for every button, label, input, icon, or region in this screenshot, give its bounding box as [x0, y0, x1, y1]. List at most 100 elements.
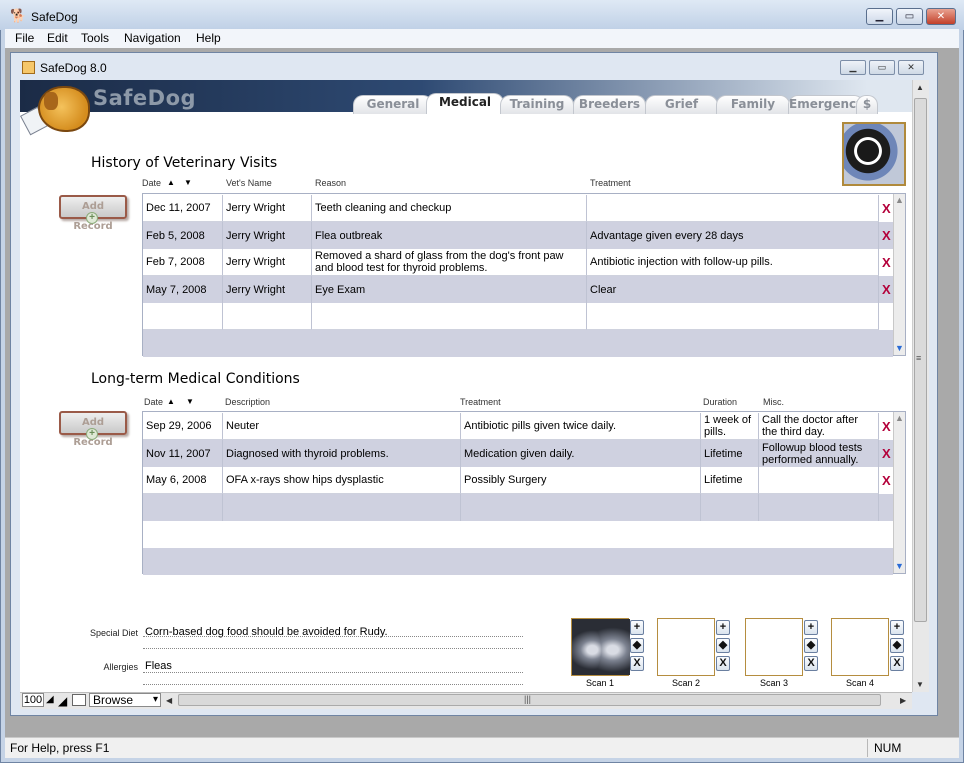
scroll-down-icon[interactable]: ▼ [916, 680, 924, 689]
sort-ascending-icon[interactable]: ▲ [167, 397, 175, 406]
scroll-down-icon[interactable]: ▼ [895, 343, 904, 353]
visit-reason[interactable]: Removed a shard of glass from the dog's … [312, 249, 587, 276]
table-row[interactable]: Feb 5, 2008 Jerry Wright Flea outbreak A… [143, 222, 893, 249]
scan-4-image[interactable] [831, 618, 889, 676]
delete-icon[interactable]: X [882, 446, 891, 461]
delete-icon[interactable]: X [882, 255, 891, 270]
condition-date[interactable]: Sep 29, 2006 [143, 413, 223, 440]
scan-3-add-button[interactable]: + [804, 620, 818, 635]
conditions-col-description[interactable]: Description [225, 397, 270, 407]
visit-date[interactable]: Dec 11, 2007 [143, 195, 223, 222]
visit-treatment[interactable]: Clear [587, 276, 879, 303]
conditions-col-duration[interactable]: Duration [703, 397, 737, 407]
delete-icon[interactable]: X [882, 473, 891, 488]
visit-reason[interactable]: Flea outbreak [312, 222, 587, 249]
status-area-toggle-icon[interactable] [72, 694, 86, 706]
scan-2-add-button[interactable]: + [716, 620, 730, 635]
scan-3-image[interactable] [745, 618, 803, 676]
visit-treatment[interactable]: Advantage given every 28 days [587, 222, 879, 249]
condition-treatment[interactable]: Medication given daily. [461, 440, 701, 467]
visit-reason[interactable] [312, 303, 587, 330]
table-row[interactable]: Nov 11, 2007 Diagnosed with thyroid prob… [143, 440, 893, 467]
scan-3-edit-button[interactable]: ◆ [804, 638, 818, 653]
tab-general[interactable]: General [353, 95, 433, 114]
condition-duration[interactable]: 1 week of pills. [701, 413, 759, 440]
scan-4-edit-button[interactable]: ◆ [890, 638, 904, 653]
scan-2-delete-button[interactable]: X [716, 656, 730, 671]
visits-col-date[interactable]: Date [142, 178, 161, 188]
menu-navigation[interactable]: Navigation [119, 30, 186, 47]
delete-icon[interactable]: X [882, 282, 891, 297]
condition-duration[interactable]: Lifetime [701, 440, 759, 467]
delete-icon[interactable]: X [882, 201, 891, 216]
tab-medical[interactable]: Medical [426, 93, 504, 114]
tab-emergency[interactable]: Emergency [788, 95, 864, 114]
scan-3-delete-button[interactable]: X [804, 656, 818, 671]
allergies-field[interactable]: Fleas [145, 660, 172, 672]
conditions-col-treatment[interactable]: Treatment [460, 397, 501, 407]
visit-treatment[interactable] [587, 303, 879, 330]
sort-descending-icon[interactable]: ▼ [186, 397, 194, 406]
condition-misc[interactable]: Followup blood tests performed annually. [759, 440, 879, 467]
table-row[interactable]: Sep 29, 2006 Neuter Antibiotic pills giv… [143, 413, 893, 440]
minimize-button[interactable]: ▁ [866, 8, 893, 25]
zoom-level[interactable]: 100 [22, 693, 44, 707]
condition-misc[interactable] [759, 494, 879, 521]
condition-description[interactable]: Neuter [223, 413, 461, 440]
zoom-in-icon[interactable]: ◢ [58, 694, 67, 708]
table-row[interactable]: May 7, 2008 Jerry Wright Eye Exam Clear … [143, 276, 893, 303]
condition-date[interactable] [143, 494, 223, 521]
visit-date[interactable]: Feb 7, 2008 [143, 249, 223, 276]
menu-file[interactable]: File [10, 30, 39, 47]
conditions-scrollbar[interactable]: ▲ ▼ [893, 412, 905, 573]
scan-1-add-button[interactable]: + [630, 620, 644, 635]
visit-reason[interactable]: Eye Exam [312, 276, 587, 303]
visit-vet[interactable]: Jerry Wright [223, 276, 312, 303]
visits-col-vet[interactable]: Vet's Name [226, 178, 272, 188]
maximize-button[interactable]: ▭ [896, 8, 923, 25]
visits-col-treatment[interactable]: Treatment [590, 178, 631, 188]
menu-help[interactable]: Help [191, 30, 226, 47]
visit-date[interactable]: Feb 5, 2008 [143, 222, 223, 249]
visits-col-reason[interactable]: Reason [315, 178, 346, 188]
visits-scrollbar[interactable]: ▲ ▼ [893, 194, 905, 355]
table-row[interactable]: May 6, 2008 OFA x-rays show hips dysplas… [143, 467, 893, 494]
condition-treatment[interactable]: Possibly Surgery [461, 467, 701, 494]
conditions-col-date[interactable]: Date [144, 397, 163, 407]
scan-4-add-button[interactable]: + [890, 620, 904, 635]
visit-treatment[interactable]: Antibiotic injection with follow-up pill… [587, 249, 879, 276]
table-row[interactable] [143, 521, 893, 548]
scroll-up-icon[interactable]: ▲ [916, 83, 924, 92]
visit-date[interactable]: May 7, 2008 [143, 276, 223, 303]
visit-vet[interactable] [223, 303, 312, 330]
menu-tools[interactable]: Tools [76, 30, 114, 47]
child-close-button[interactable]: ✕ [898, 60, 924, 75]
scroll-up-icon[interactable]: ▲ [895, 195, 904, 205]
visit-vet[interactable]: Jerry Wright [223, 249, 312, 276]
scan-2-image[interactable] [657, 618, 715, 676]
menu-edit[interactable]: Edit [42, 30, 73, 47]
table-row[interactable]: Feb 7, 2008 Jerry Wright Removed a shard… [143, 249, 893, 276]
condition-duration[interactable]: Lifetime [701, 467, 759, 494]
tab-grief[interactable]: Grief [645, 95, 718, 114]
scroll-up-icon[interactable]: ▲ [895, 413, 904, 423]
delete-icon[interactable]: X [882, 419, 891, 434]
visit-vet[interactable]: Jerry Wright [223, 195, 312, 222]
table-row[interactable] [143, 303, 893, 330]
close-button[interactable]: ✕ [926, 8, 956, 25]
visit-date[interactable] [143, 303, 223, 330]
scan-4-delete-button[interactable]: X [890, 656, 904, 671]
condition-duration[interactable] [701, 494, 759, 521]
sort-descending-icon[interactable]: ▼ [184, 178, 192, 187]
tab-training[interactable]: Training [500, 95, 574, 114]
title-bar[interactable] [0, 0, 964, 30]
scan-1-edit-button[interactable]: ◆ [630, 638, 644, 653]
sort-ascending-icon[interactable]: ▲ [167, 178, 175, 187]
table-row[interactable]: Dec 11, 2007 Jerry Wright Teeth cleaning… [143, 195, 893, 222]
tab-breeders[interactable]: Breeders [573, 95, 646, 114]
condition-date[interactable]: May 6, 2008 [143, 467, 223, 494]
scan-1-delete-button[interactable]: X [630, 656, 644, 671]
child-maximize-button[interactable]: ▭ [869, 60, 895, 75]
delete-icon[interactable]: X [882, 228, 891, 243]
condition-treatment[interactable]: Antibiotic pills given twice daily. [461, 413, 701, 440]
